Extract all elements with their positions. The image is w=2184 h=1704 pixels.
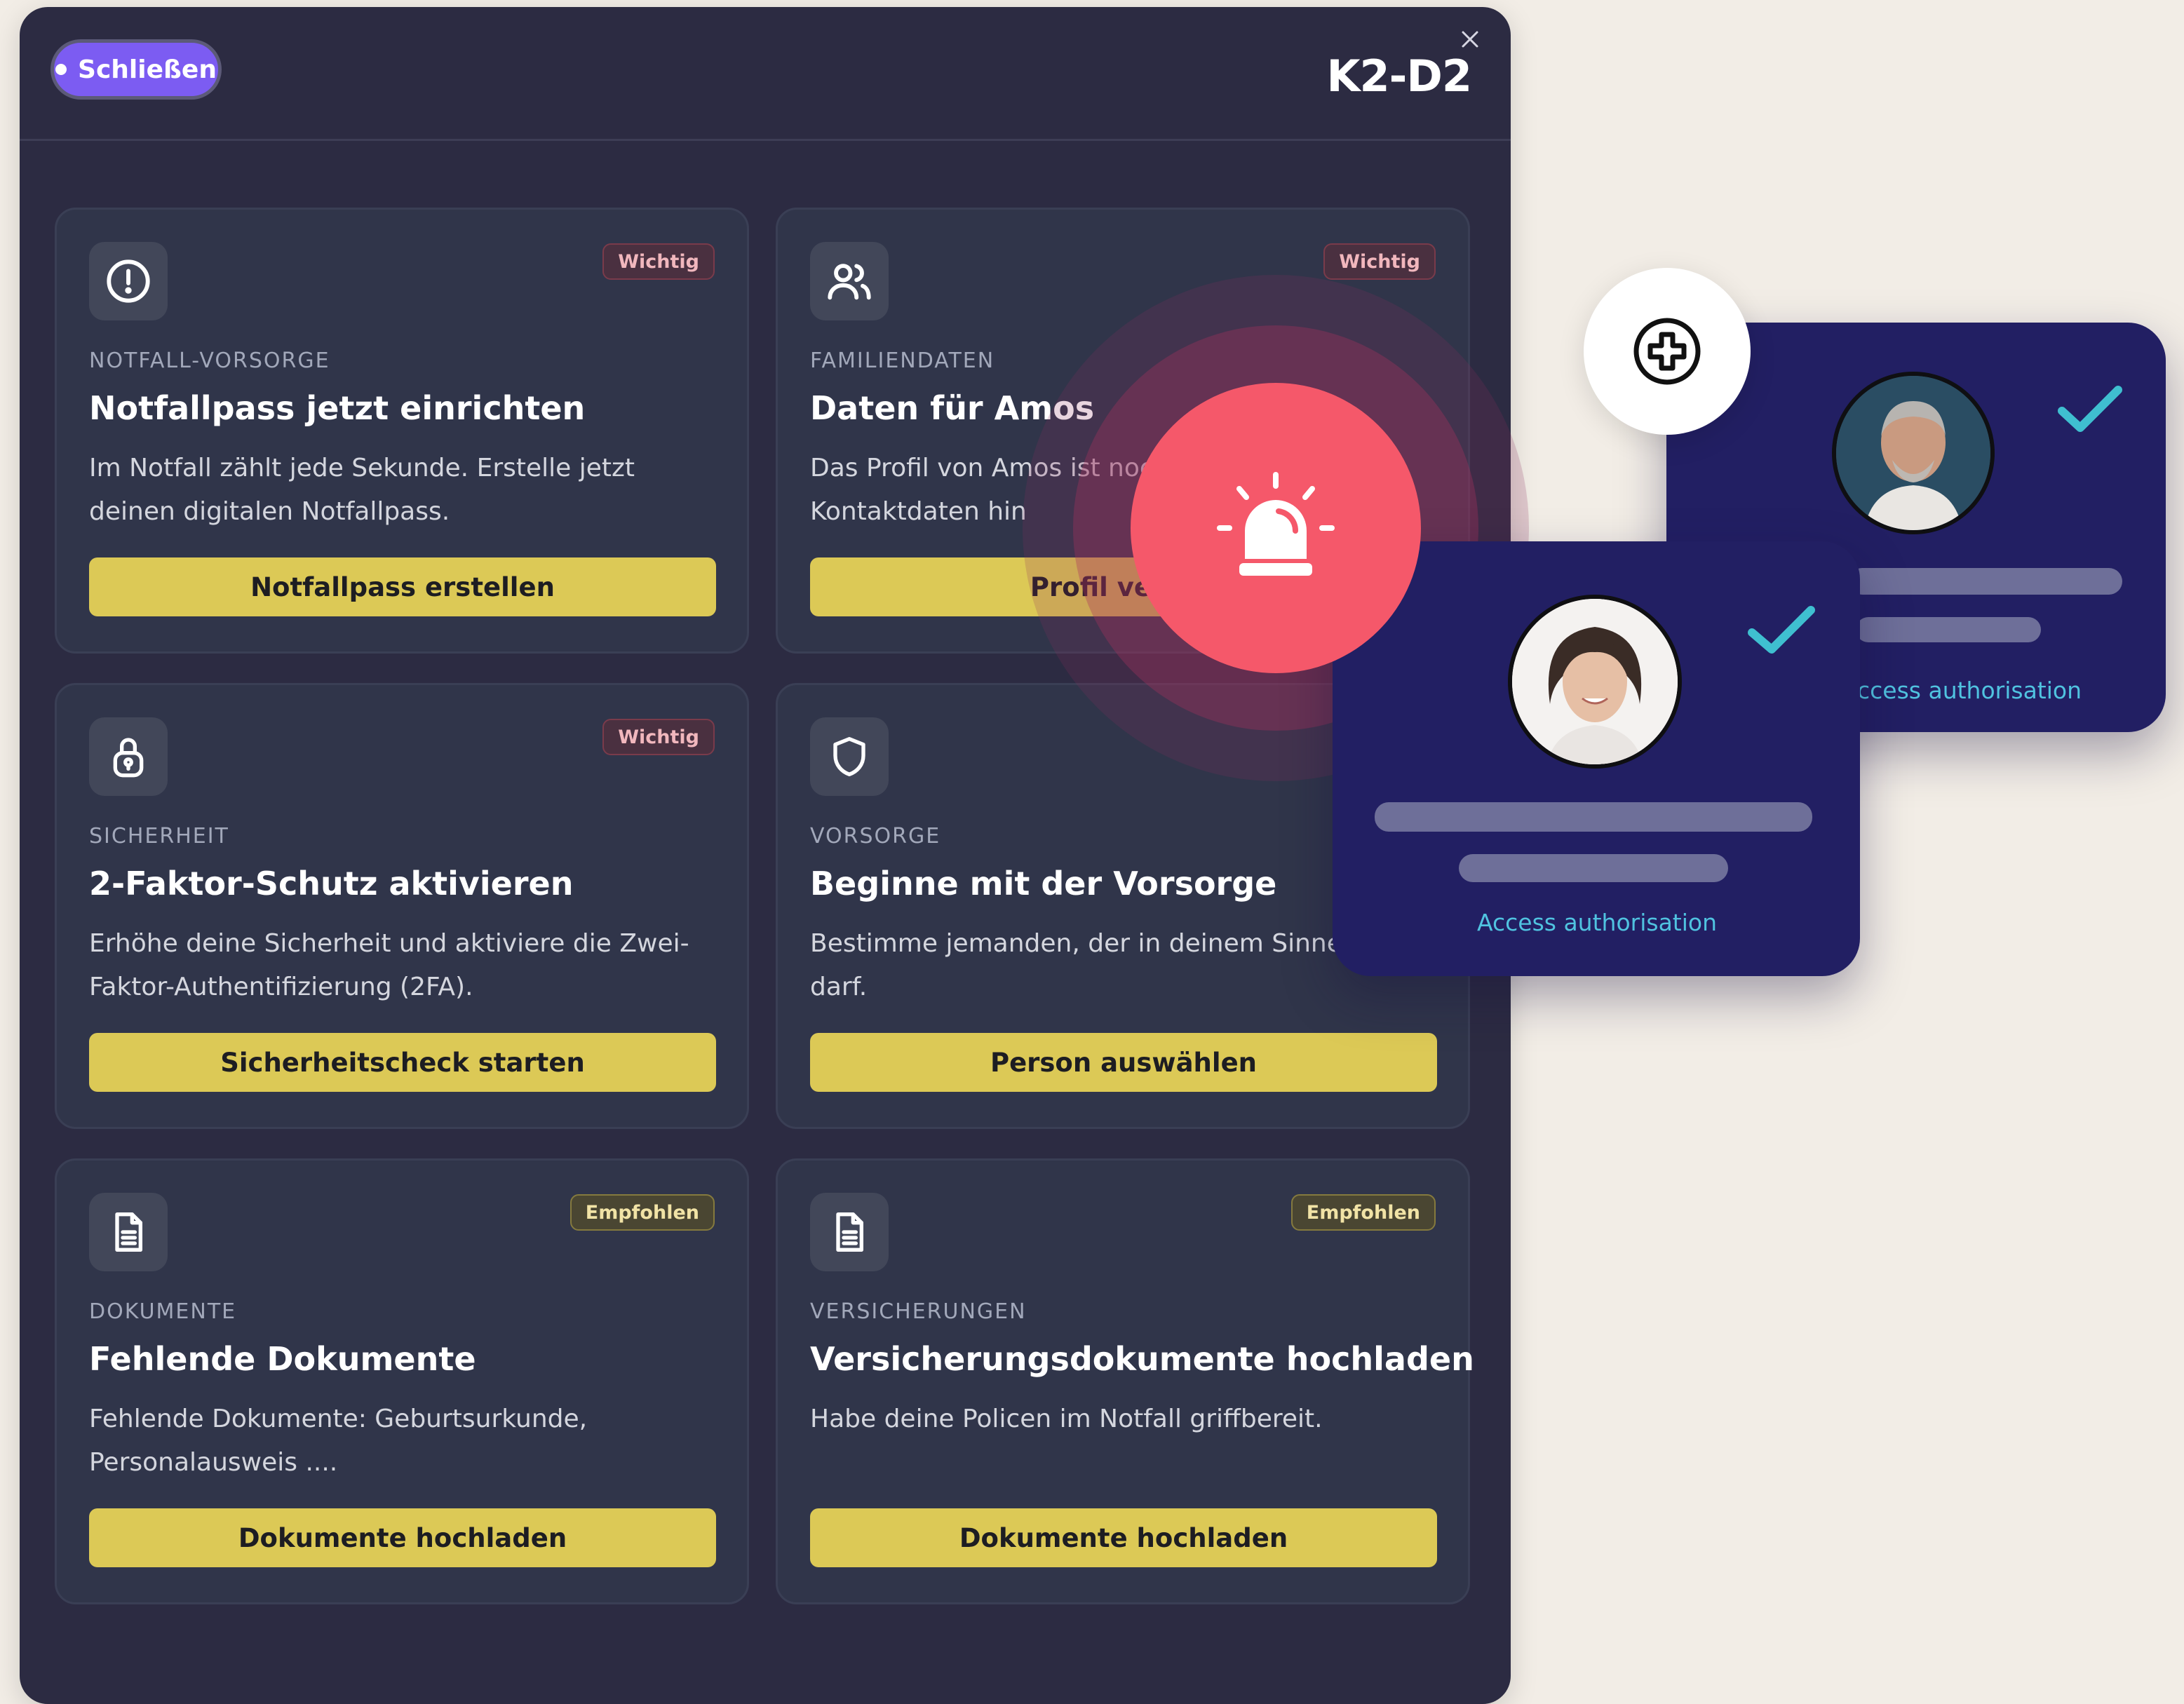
start-security-check-button[interactable]: Sicherheitscheck starten [89, 1033, 716, 1092]
upload-insurance-documents-button[interactable]: Dokumente hochladen [810, 1508, 1437, 1567]
medical-cross-icon [1633, 318, 1701, 385]
recommendation-badge: Empfohlen [569, 1194, 715, 1231]
avatar [1832, 372, 1995, 534]
recommendation-badge: Empfohlen [1290, 1194, 1436, 1231]
access-authorisation-label: Access authorisation [1477, 909, 1718, 936]
close-button[interactable]: Schließen [50, 39, 222, 100]
users-icon [810, 242, 889, 320]
card-category: VORSORGE [810, 824, 941, 848]
priority-badge: Wichtig [602, 719, 715, 755]
siren-icon [1217, 472, 1335, 576]
card-category: DOKUMENTE [89, 1299, 237, 1324]
access-authorisation-label: ccess authorisation [1857, 677, 2082, 704]
task-card-documents: Empfohlen DOKUMENTE Fehlende Dokumente F… [55, 1158, 749, 1604]
checkmark-icon [1748, 606, 1815, 654]
task-card-notfallpass: Wichtig NOTFALL-VORSORGE Notfallpass jet… [55, 208, 749, 654]
card-category: SICHERHEIT [89, 824, 229, 848]
checklist-panel: Schließen K2-D2 Wichtig NOTFALL-VORSORGE… [20, 7, 1511, 1704]
access-card-front: Access authorisation [1333, 541, 1860, 976]
card-description: Fehlende Dokumente: Geburtsurkunde, Pers… [89, 1405, 588, 1477]
card-category: VERSICHERUNGEN [810, 1299, 1027, 1324]
task-card-insurance: Empfohlen VERSICHERUNGEN Versicherungsdo… [776, 1158, 1474, 1604]
avatar [1508, 595, 1682, 769]
placeholder-bar [1856, 617, 2041, 642]
card-title: 2-Faktor-Schutz aktivieren [89, 865, 574, 902]
select-person-button[interactable]: Person auswählen [810, 1033, 1437, 1092]
shield-icon [810, 717, 889, 796]
card-category: FAMILIENDATEN [810, 349, 995, 373]
card-description: Erhöhe deine Sicherheit und aktiviere di… [89, 929, 689, 1001]
placeholder-bar [1849, 568, 2122, 595]
create-emergency-pass-button[interactable]: Notfallpass erstellen [89, 557, 716, 616]
panel-header: Schließen K2-D2 [20, 7, 1511, 141]
card-category: NOTFALL-VORSORGE [89, 349, 330, 373]
medical-button[interactable] [1584, 268, 1751, 435]
close-icon[interactable] [1459, 28, 1481, 50]
checkmark-icon [2058, 386, 2122, 432]
placeholder-bar [1459, 854, 1728, 882]
app-title: K2-D2 [1326, 50, 1472, 102]
lock-icon [89, 717, 168, 796]
card-title: Beginne mit der Vorsorge [810, 865, 1277, 902]
alert-circle-icon [89, 242, 168, 320]
document-icon [810, 1193, 889, 1271]
emergency-alarm-button[interactable] [1131, 383, 1421, 673]
priority-badge: Wichtig [1323, 243, 1436, 280]
card-title: Versicherungsdokumente hochladen [810, 1340, 1474, 1378]
upload-documents-button[interactable]: Dokumente hochladen [89, 1508, 716, 1567]
status-dot-icon [55, 64, 67, 75]
card-description: Habe deine Policen im Notfall griffberei… [810, 1405, 1323, 1433]
document-icon [89, 1193, 168, 1271]
close-button-label: Schließen [78, 55, 217, 84]
card-title: Fehlende Dokumente [89, 1340, 476, 1378]
card-description: Im Notfall zählt jede Sekunde. Erstelle … [89, 454, 635, 526]
placeholder-bar [1375, 802, 1812, 832]
card-title: Notfallpass jetzt einrichten [89, 389, 586, 427]
task-card-2fa: Wichtig SICHERHEIT 2-Faktor-Schutz aktiv… [55, 683, 749, 1129]
priority-badge: Wichtig [602, 243, 715, 280]
